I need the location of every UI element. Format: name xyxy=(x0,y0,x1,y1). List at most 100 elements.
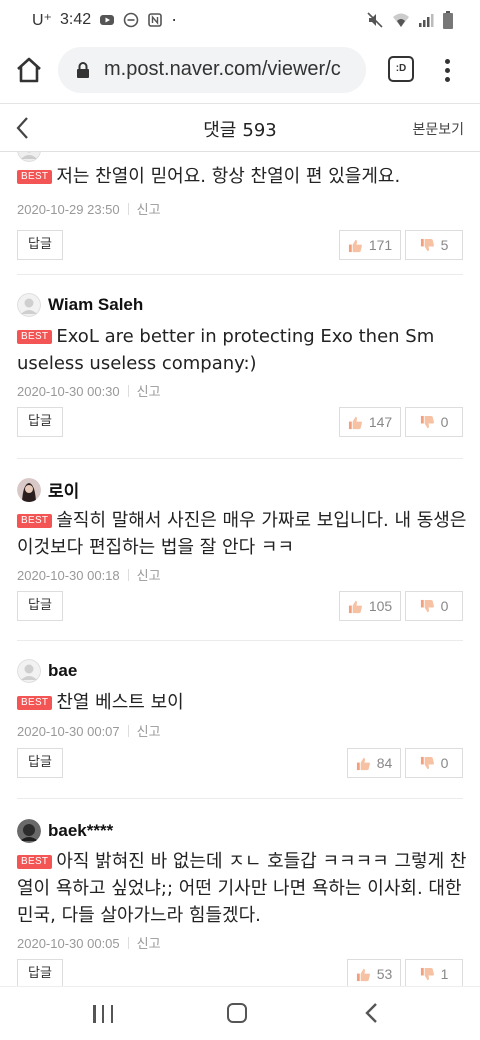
system-back-icon[interactable] xyxy=(362,1001,382,1025)
dislike-count: 1 xyxy=(440,966,449,982)
home-icon[interactable] xyxy=(14,55,44,85)
dislike-count: 5 xyxy=(440,237,449,253)
carrier-label: U⁺ xyxy=(32,11,52,29)
lock-icon xyxy=(77,62,89,78)
home-button-icon[interactable] xyxy=(227,1003,247,1023)
like-button[interactable]: 84 xyxy=(347,748,401,778)
avatar xyxy=(17,659,41,683)
best-badge: BEST xyxy=(17,514,53,528)
comment-meta: 2020-10-30 00:18 신고 xyxy=(17,565,161,584)
thumbs-down-icon xyxy=(420,238,434,251)
wifi-icon xyxy=(393,13,409,27)
avatar xyxy=(17,152,41,162)
comment-item: BEST 저는 찬열이 믿어요. 항상 찬열이 편 있을게요. 2020-10-2… xyxy=(0,152,480,275)
address-bar[interactable]: m.post.naver.com/viewer/c xyxy=(58,47,366,93)
like-count: 105 xyxy=(368,598,393,614)
recent-apps-icon[interactable] xyxy=(93,1005,113,1023)
thumbs-up-icon xyxy=(356,757,370,770)
reply-button[interactable]: 답글 xyxy=(17,591,63,621)
comment-text: ExoL are better in protecting Exo then S… xyxy=(17,326,435,374)
avatar xyxy=(17,293,41,317)
dislike-button[interactable]: 0 xyxy=(405,591,463,621)
best-badge: BEST xyxy=(17,696,53,710)
report-link[interactable]: 신고 xyxy=(137,568,161,583)
comment-text: 솔직히 말해서 사진은 매우 가짜로 보입니다. 내 동생은 이것보다 편집하는… xyxy=(17,510,467,558)
thumbs-down-icon xyxy=(420,415,434,428)
comment-author: baek**** xyxy=(17,819,113,843)
dislike-button[interactable]: 1 xyxy=(405,959,463,986)
reply-button[interactable]: 답글 xyxy=(17,748,63,778)
like-button[interactable]: 53 xyxy=(347,959,401,986)
comment-text: 아직 밝혀진 바 없는데 ㅈㄴ 호들갑 ㅋㅋㅋㅋ 그렇게 찬열이 욕하고 싶었냐… xyxy=(17,851,467,926)
dislike-count: 0 xyxy=(440,755,449,771)
thumbs-up-icon xyxy=(348,600,362,613)
report-link[interactable]: 신고 xyxy=(137,202,161,217)
page-title: 댓글 593 xyxy=(0,116,480,142)
system-nav-bar xyxy=(0,986,480,1040)
thumbs-down-icon xyxy=(420,967,434,980)
thumbs-down-icon xyxy=(420,599,434,612)
comments-header: 댓글 593 본문보기 xyxy=(0,104,480,152)
comments-title: 댓글 xyxy=(203,120,237,141)
like-button[interactable]: 105 xyxy=(339,591,401,621)
comment-author: Wiam Saleh xyxy=(17,293,143,317)
best-badge: BEST xyxy=(17,855,53,869)
status-bar: U⁺ 3:42 · xyxy=(0,0,480,38)
status-dot: · xyxy=(171,9,178,29)
like-count: 53 xyxy=(376,966,393,982)
report-link[interactable]: 신고 xyxy=(137,936,161,951)
dislike-button[interactable]: 0 xyxy=(405,407,463,437)
avatar xyxy=(17,477,41,502)
nfc-icon xyxy=(148,12,162,27)
url-text: m.post.naver.com/viewer/c xyxy=(104,58,341,80)
comment-text: 저는 찬열이 믿어요. 항상 찬열이 편 있을게요. xyxy=(56,166,401,187)
comment-body: BEST ExoL are better in protecting Exo th… xyxy=(17,323,467,377)
author-name[interactable]: Wiam Saleh xyxy=(48,295,143,315)
report-link[interactable]: 신고 xyxy=(137,724,161,739)
reply-button[interactable]: 답글 xyxy=(17,407,63,437)
vote-group: 105 0 xyxy=(339,591,463,621)
author-name[interactable]: bae xyxy=(48,661,77,681)
comment-text: 찬열 베스트 보이 xyxy=(56,692,184,713)
youtube-icon xyxy=(100,14,115,25)
reply-button[interactable]: 답글 xyxy=(17,959,63,986)
thumbs-up-icon xyxy=(348,416,362,429)
comment-date: 2020-10-30 00:18 xyxy=(17,568,120,583)
report-link[interactable]: 신고 xyxy=(137,384,161,399)
like-button[interactable]: 147 xyxy=(339,407,401,437)
best-badge: BEST xyxy=(17,330,53,344)
reply-button[interactable]: 답글 xyxy=(17,230,63,260)
comment-item: baek**** BEST 아직 밝혀진 바 없는데 ㅈㄴ 호들갑 ㅋㅋㅋㅋ 그렇… xyxy=(0,799,480,986)
like-button[interactable]: 171 xyxy=(339,230,401,260)
comment-body: BEST 찬열 베스트 보이 xyxy=(17,689,467,716)
author-name[interactable]: 로이 xyxy=(48,477,79,502)
comment-date: 2020-10-30 00:07 xyxy=(17,724,120,739)
comment-item: bae BEST 찬열 베스트 보이 2020-10-30 00:07 신고 답글 … xyxy=(0,641,480,799)
vote-group: 171 5 xyxy=(339,230,463,260)
thumbs-up-icon xyxy=(356,968,370,981)
dislike-count: 0 xyxy=(440,414,449,430)
more-menu-icon[interactable] xyxy=(437,56,457,84)
dislike-count: 0 xyxy=(440,598,449,614)
comment-body: BEST 저는 찬열이 믿어요. 항상 찬열이 편 있을게요. xyxy=(17,163,467,190)
comment-author: 로이 xyxy=(17,477,79,502)
status-time: 3:42 xyxy=(60,10,92,28)
comment-body: BEST 솔직히 말해서 사진은 매우 가짜로 보입니다. 내 동생은 이것보다 … xyxy=(17,507,467,561)
comment-meta: 2020-10-30 00:05 신고 xyxy=(17,933,161,952)
thumbs-down-icon xyxy=(420,756,434,769)
comment-item: 로이 BEST 솔직히 말해서 사진은 매우 가짜로 보입니다. 내 동생은 이것… xyxy=(0,459,480,641)
dislike-button[interactable]: 5 xyxy=(405,230,463,260)
author-name[interactable]: baek**** xyxy=(48,821,113,841)
comment-author: bae xyxy=(17,659,77,683)
vote-group: 147 0 xyxy=(339,407,463,437)
like-count: 84 xyxy=(376,755,393,771)
dislike-button[interactable]: 0 xyxy=(405,748,463,778)
vote-group: 84 0 xyxy=(347,748,463,778)
comment-list: BEST 저는 찬열이 믿어요. 항상 찬열이 편 있을게요. 2020-10-2… xyxy=(0,152,480,986)
view-original-link[interactable]: 본문보기 xyxy=(412,119,464,139)
comment-author xyxy=(17,152,41,162)
tab-switcher-button[interactable]: :D xyxy=(388,56,414,82)
comment-body: BEST 아직 밝혀진 바 없는데 ㅈㄴ 호들갑 ㅋㅋㅋㅋ 그렇게 찬열이 욕하고… xyxy=(17,848,467,929)
mute-icon xyxy=(367,12,383,28)
comment-item: Wiam Saleh BEST ExoL are better in protec… xyxy=(0,275,480,459)
